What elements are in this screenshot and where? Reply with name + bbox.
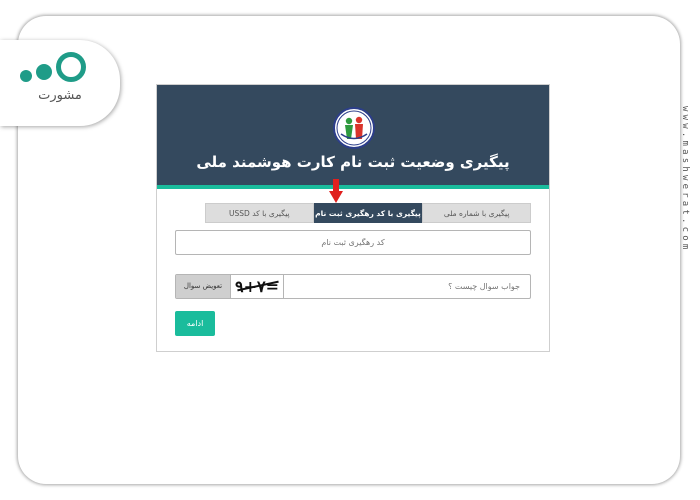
- captcha-image: ۹+۷=: [230, 275, 284, 298]
- page-title: پیگیری وضعیت ثبت نام کارت هوشمند ملی: [196, 153, 510, 171]
- panel-header: پیگیری وضعیت ثبت نام کارت هوشمند ملی: [157, 85, 549, 189]
- tab-tracking-code[interactable]: پیگیری با کد رهگیری ثبت نام: [313, 203, 423, 223]
- site-url-vertical: www.mashwerat.com: [680, 106, 690, 253]
- tracking-code-input[interactable]: [175, 230, 531, 255]
- logo-dot-icon: [20, 70, 32, 82]
- captcha-row: ۹+۷= تعویض سوال: [175, 274, 531, 299]
- national-emblem-icon: [333, 107, 375, 149]
- continue-button[interactable]: ادامه: [175, 311, 215, 336]
- red-arrow-down-icon: [329, 179, 343, 203]
- captcha-answer-input[interactable]: [282, 275, 530, 298]
- tab-national-code[interactable]: پیگیری با شماره ملی: [422, 203, 531, 223]
- refresh-captcha-button[interactable]: تعویض سوال: [176, 275, 230, 298]
- logo-text: مشورت: [38, 88, 82, 103]
- tab-ussd-code[interactable]: پیگیری با کد USSD: [204, 203, 314, 223]
- tracking-panel: پیگیری وضعیت ثبت نام کارت هوشمند ملی پیگ…: [156, 84, 550, 352]
- brand-logo[interactable]: [0, 40, 120, 126]
- logo-dot-icon: [36, 64, 52, 80]
- tracking-tabs: پیگیری با شماره ملی پیگیری با کد رهگیری …: [204, 203, 531, 223]
- logo-ring-icon: [56, 52, 86, 82]
